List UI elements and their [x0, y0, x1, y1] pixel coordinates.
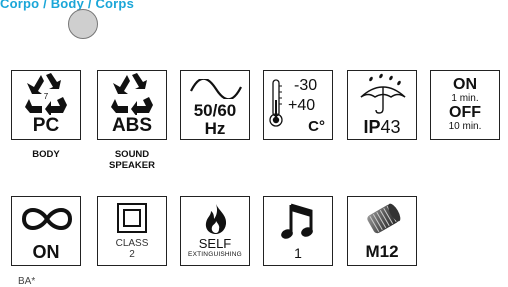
icon-box-abs: ABS [97, 70, 167, 140]
caption-sound: SOUND [114, 149, 150, 160]
frequency-value: 50/60 [193, 101, 237, 120]
flame-icon [205, 204, 227, 234]
temp-min: -30 [294, 77, 318, 94]
ip-value: 43 [380, 117, 401, 137]
ip-rating-label: IP43 [348, 117, 416, 138]
on-label: ON [453, 76, 477, 93]
off-label: OFF [449, 104, 481, 121]
icon-box-class2: CLASS 2 [97, 196, 167, 266]
double-square-icon [117, 203, 147, 233]
resin-code: 7 [44, 92, 49, 101]
continuous-label: ON [32, 242, 60, 262]
icon-box-continuous: ON [11, 196, 81, 266]
extinguishing-label: EXTINGUISHING [188, 251, 242, 258]
temp-unit: C° [308, 118, 325, 135]
icon-box-self-extinguishing: SELF EXTINGUISHING [180, 196, 250, 266]
icon-box-temperature: -30 +40 C° [263, 70, 333, 140]
frequency-unit: Hz [204, 119, 226, 138]
icon-box-frequency: 50/60 Hz [180, 70, 250, 140]
off-duration: 10 min. [448, 121, 482, 132]
music-note-icon [281, 203, 313, 239]
icon-box-cable-gland: M12 [347, 196, 417, 266]
material-label: PC [32, 115, 60, 136]
icon-box-pc: 7 PC [11, 70, 81, 140]
self-label: SELF [198, 236, 232, 251]
temp-max: +40 [288, 97, 316, 114]
ip-prefix: IP [363, 117, 381, 137]
icon-box-ip-rating: IP43 [347, 70, 417, 140]
melody-count: 1 [294, 245, 302, 261]
section-header: Corpo / Body / Corps [0, 0, 134, 11]
icon-box-melody: 1 [263, 196, 333, 266]
sine-wave-icon [190, 79, 242, 99]
thermometer-icon [269, 79, 283, 127]
caption-ba: BA* [18, 276, 36, 287]
infinity-icon [21, 208, 73, 230]
caption-speaker: SPEAKER [109, 160, 155, 171]
gland-size: M12 [365, 242, 399, 261]
on-duration: 1 min. [451, 93, 479, 104]
umbrella-rain-icon [360, 73, 406, 114]
class-number: 2 [129, 249, 135, 260]
caption-body: BODY [32, 149, 60, 160]
recycle-icon: 7 [25, 73, 67, 115]
material-label: ABS [111, 115, 153, 136]
recycle-icon [111, 73, 153, 115]
cable-gland-icon [367, 203, 401, 234]
class-label: CLASS [115, 238, 149, 249]
icon-box-timer: ON 1 min. OFF 10 min. [430, 70, 500, 140]
color-swatch [68, 9, 98, 39]
